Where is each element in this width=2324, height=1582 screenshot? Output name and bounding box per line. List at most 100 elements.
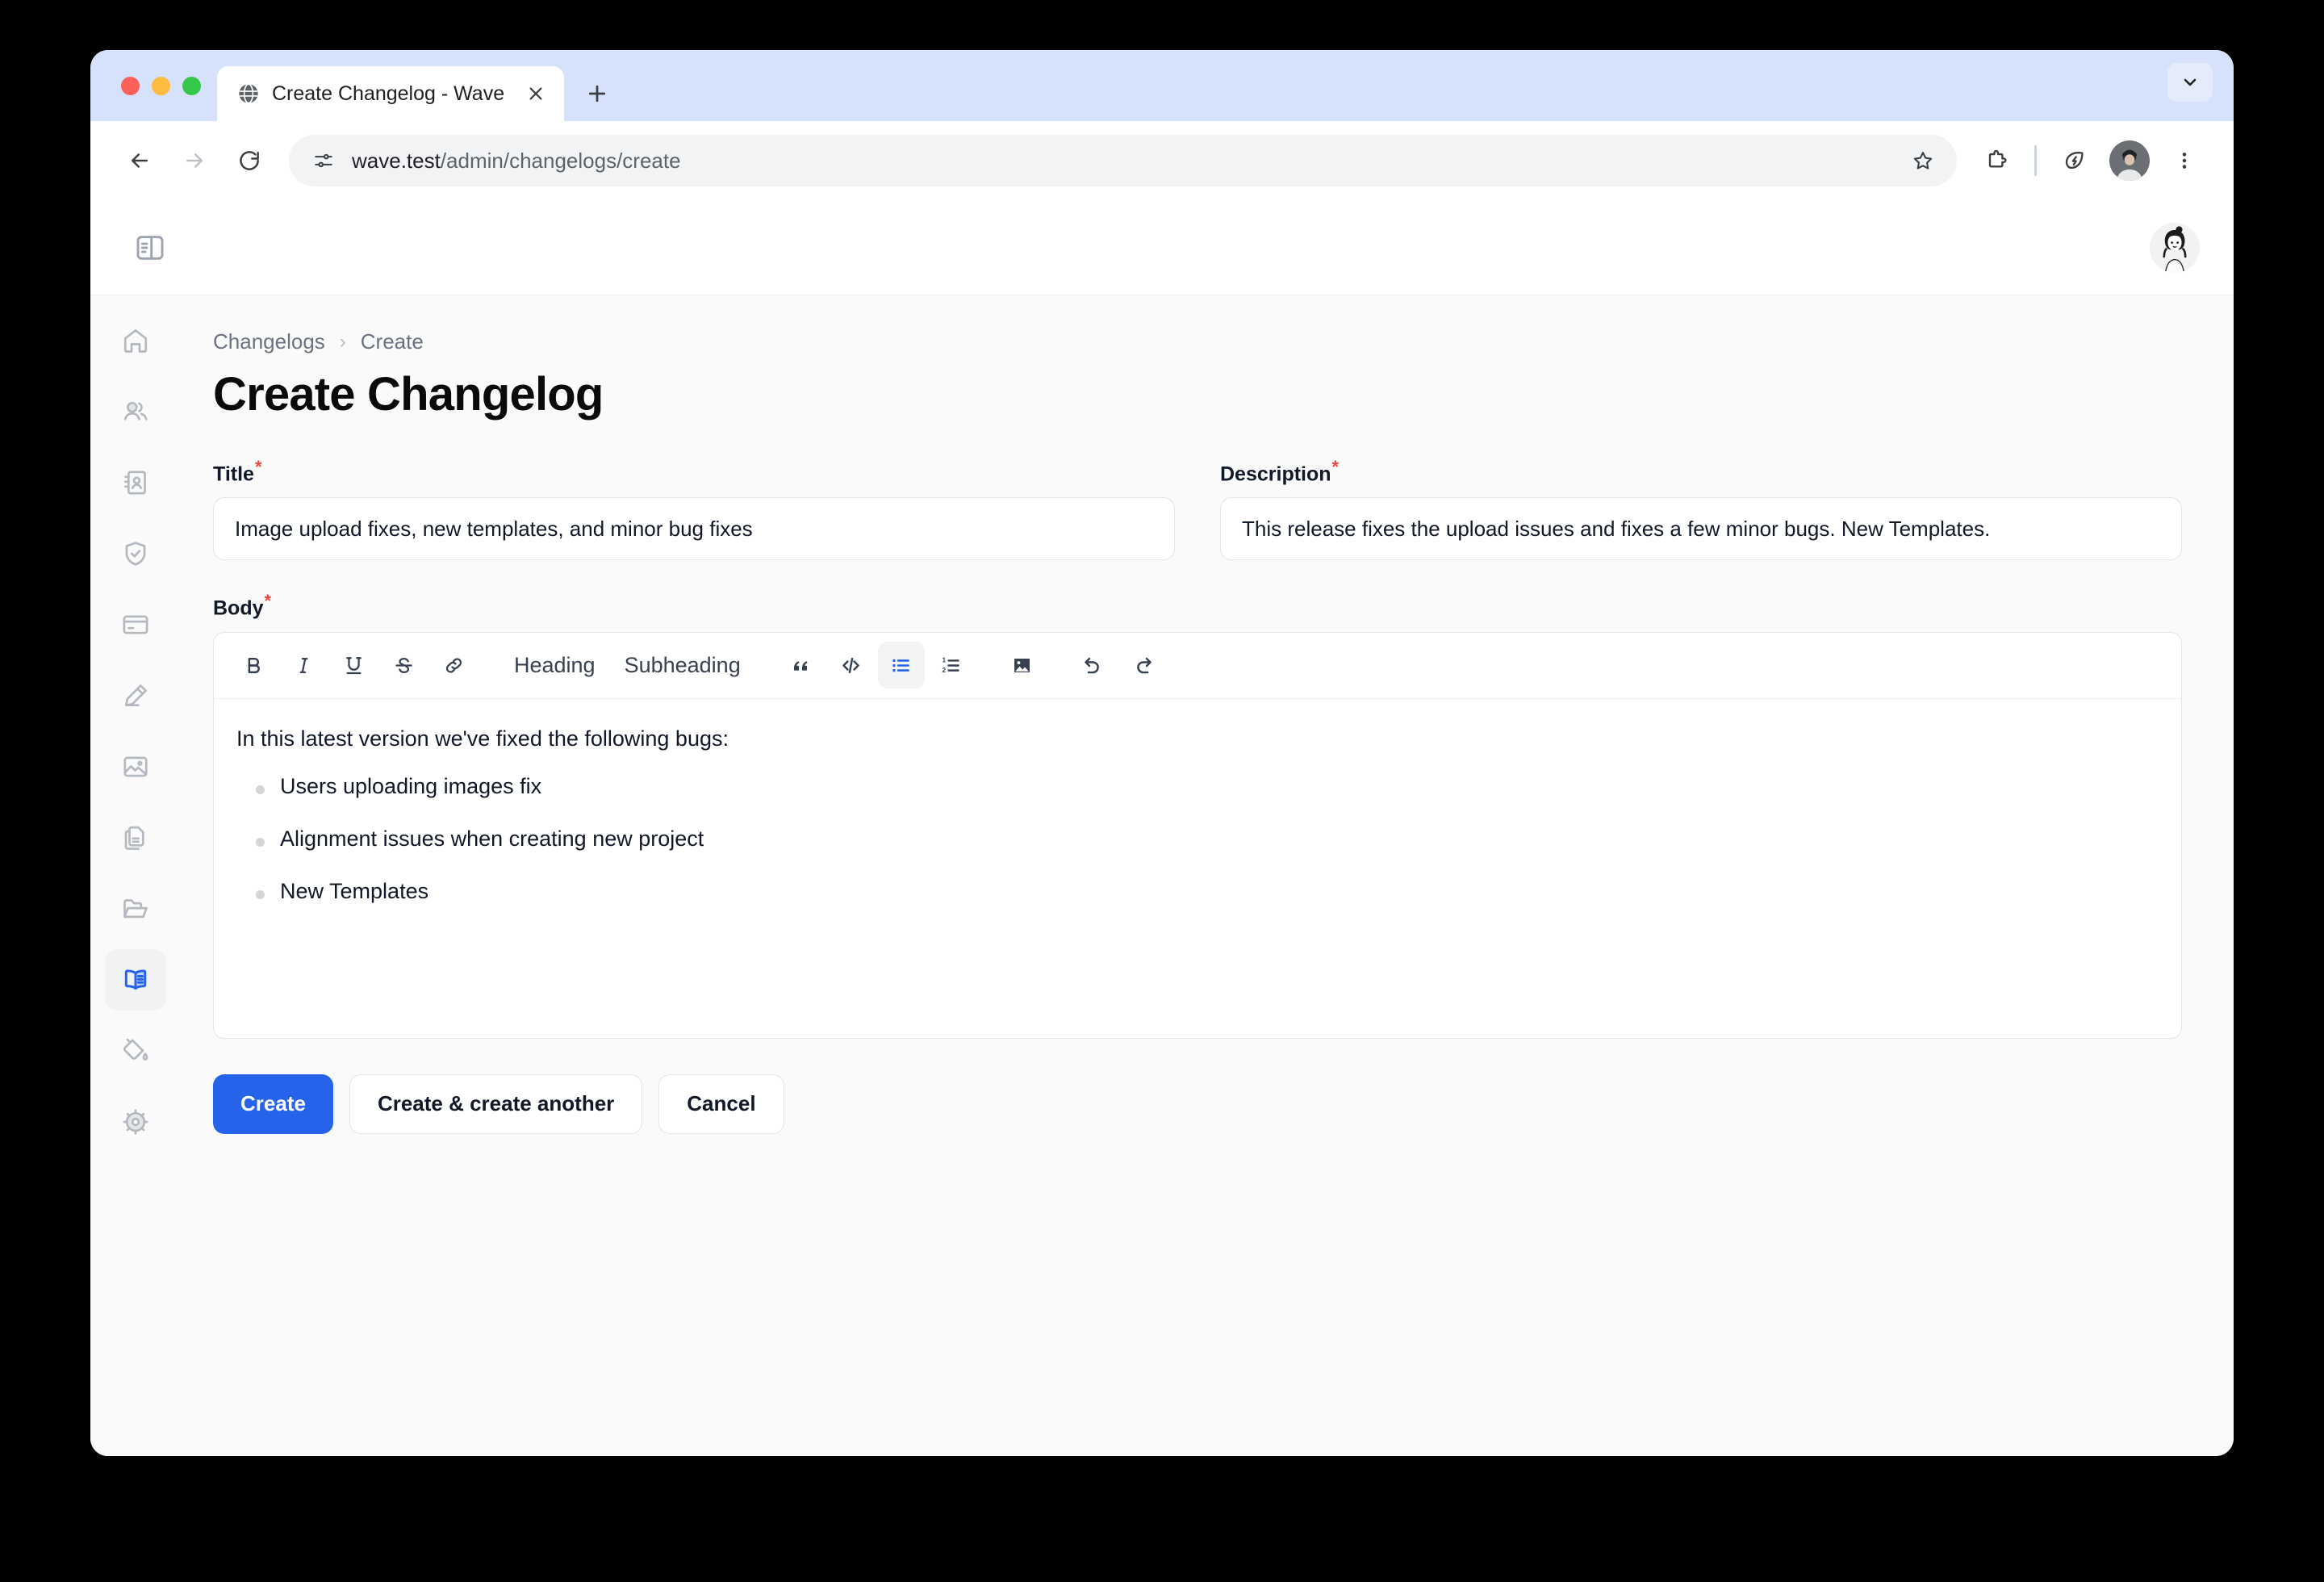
open-book-icon [121, 965, 150, 994]
reload-icon[interactable] [224, 136, 274, 186]
sidebar-item-home[interactable] [105, 310, 166, 371]
sidebar-item-users[interactable] [105, 381, 166, 442]
three-dot-menu-icon[interactable] [2159, 136, 2209, 186]
address-bar[interactable]: wave.test/admin/changelogs/create [289, 135, 1957, 186]
svg-text:2: 2 [943, 666, 947, 674]
sidebar-item-pages[interactable] [105, 807, 166, 868]
sidebar-item-files[interactable] [105, 878, 166, 940]
required-asterisk: * [264, 591, 272, 612]
documents-icon [121, 823, 150, 852]
description-label: Description* [1220, 457, 1340, 486]
breadcrumb-link-changelogs[interactable]: Changelogs [213, 329, 325, 354]
title-input[interactable]: Image upload fixes, new templates, and m… [213, 497, 1175, 561]
heading-button[interactable]: Heading [501, 642, 608, 688]
breadcrumb-separator-icon: › [339, 330, 346, 353]
link-icon[interactable] [430, 642, 477, 688]
new-tab-button[interactable] [575, 72, 619, 115]
pencil-icon [121, 681, 150, 710]
italic-icon[interactable] [280, 642, 327, 688]
close-window-button[interactable] [121, 76, 140, 95]
code-icon[interactable] [828, 642, 875, 688]
list-item: New Templates [236, 879, 2159, 904]
page-title: Create Changelog [213, 368, 604, 421]
tab-title: Create Changelog - Wave [272, 82, 505, 105]
sidebar-item-billing[interactable] [105, 594, 166, 655]
sidebar-icon-rail [90, 295, 181, 1456]
title-label: Title* [213, 457, 262, 486]
editor-bullet-list: Users uploading images fix Alignment iss… [236, 774, 2159, 904]
puzzle-icon[interactable] [1971, 136, 2021, 186]
toolbar-divider [2034, 145, 2037, 176]
star-icon[interactable] [1900, 138, 1946, 183]
leaf-icon[interactable] [2050, 136, 2100, 186]
sidebar-item-roles[interactable] [105, 523, 166, 584]
list-item: Alignment issues when creating new proje… [236, 827, 2159, 852]
required-asterisk: * [1331, 457, 1340, 477]
editor-toolbar: Heading Subheading 1 2 [214, 633, 2181, 699]
subheading-button[interactable]: Subheading [612, 642, 754, 688]
user-avatar[interactable] [2150, 222, 2200, 273]
shield-check-icon [121, 539, 150, 568]
bold-icon[interactable] [230, 642, 277, 688]
description-input[interactable]: This release fixes the upload issues and… [1220, 497, 2182, 561]
arrow-right-icon[interactable] [169, 136, 219, 186]
quote-icon[interactable] [778, 642, 825, 688]
site-settings-icon[interactable] [311, 149, 336, 173]
home-icon [121, 326, 150, 355]
tab-strip: Create Changelog - Wave [90, 50, 2234, 121]
create-button[interactable]: Create [213, 1074, 333, 1134]
required-asterisk: * [254, 457, 262, 477]
svg-text:1: 1 [943, 655, 947, 663]
browser-toolbar: wave.test/admin/changelogs/create [90, 121, 2234, 200]
main-content: Changelogs › Create Create Changelog Tit… [181, 295, 2234, 1456]
globe-icon [236, 82, 261, 106]
users-icon [121, 397, 150, 426]
undo-icon[interactable] [1070, 642, 1117, 688]
sidebar-toggle-icon[interactable] [129, 227, 171, 269]
breadcrumb-current: Create [360, 329, 424, 354]
sidebar-item-changelogs[interactable] [105, 949, 166, 1011]
form-field-row: Title* Image upload fixes, new templates… [213, 457, 2182, 561]
cancel-button[interactable]: Cancel [658, 1074, 784, 1134]
title-field-group: Title* Image upload fixes, new templates… [213, 457, 1175, 561]
app-viewport: Changelogs › Create Create Changelog Tit… [90, 200, 2234, 1456]
redo-icon[interactable] [1120, 642, 1167, 688]
close-icon[interactable] [522, 80, 550, 107]
sidebar-item-media[interactable] [105, 736, 166, 797]
window-traffic-lights [90, 50, 217, 121]
url-path: /admin/changelogs/create [440, 148, 681, 173]
breadcrumb: Changelogs › Create [213, 329, 2182, 354]
rich-text-editor: Heading Subheading 1 2 In this latest ve… [213, 631, 2182, 1039]
url-text: wave.test/admin/changelogs/create [352, 149, 1884, 174]
numbered-list-icon[interactable]: 1 2 [928, 642, 975, 688]
editor-paragraph: In this latest version we've fixed the f… [236, 726, 729, 751]
gear-icon [121, 1107, 150, 1136]
folder-icon [121, 894, 150, 923]
strikethrough-icon[interactable] [380, 642, 427, 688]
minimize-window-button[interactable] [152, 76, 170, 95]
editor-content[interactable]: In this latest version we've fixed the f… [214, 699, 2181, 1038]
sidebar-item-posts[interactable] [105, 665, 166, 726]
paint-bucket-icon [121, 1036, 150, 1065]
browser-tab[interactable]: Create Changelog - Wave [217, 66, 564, 121]
credit-card-icon [121, 610, 150, 639]
chevron-down-icon[interactable] [2167, 63, 2213, 102]
list-item: Users uploading images fix [236, 774, 2159, 799]
image-icon [121, 752, 150, 781]
underline-icon[interactable] [330, 642, 377, 688]
body-label: Body* [213, 591, 272, 620]
create-and-create-another-button[interactable]: Create & create another [349, 1074, 643, 1134]
body-field-group: Body* Heading Subheading 1 2 In this lat… [213, 591, 2182, 1039]
sidebar-item-contacts[interactable] [105, 452, 166, 513]
sidebar-item-settings[interactable] [105, 1091, 166, 1153]
bullet-list-icon[interactable] [877, 642, 925, 689]
sidebar-item-theme[interactable] [105, 1020, 166, 1082]
app-body: Changelogs › Create Create Changelog Tit… [90, 295, 2234, 1456]
image-icon[interactable] [999, 642, 1046, 688]
maximize-window-button[interactable] [182, 76, 201, 95]
profile-avatar[interactable] [2109, 140, 2150, 181]
arrow-left-icon[interactable] [115, 136, 165, 186]
form-actions: Create Create & create another Cancel [213, 1074, 2182, 1134]
url-host: wave.test [352, 148, 441, 173]
contact-book-icon [121, 468, 150, 497]
